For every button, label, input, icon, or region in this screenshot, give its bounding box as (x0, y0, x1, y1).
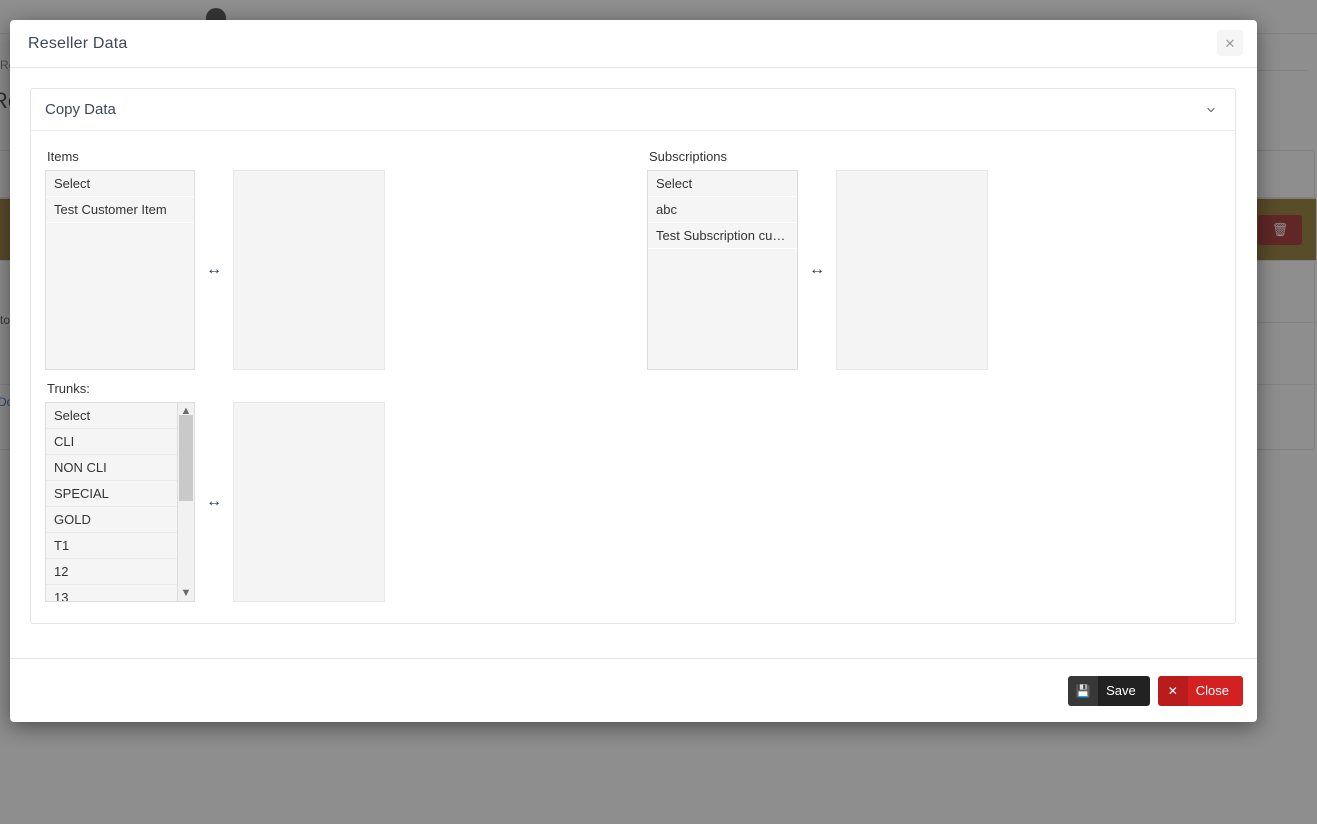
list-item[interactable]: Select (648, 171, 797, 197)
trunks-available-list[interactable]: Select CLI NON CLI SPECIAL GOLD T1 12 13… (45, 402, 195, 602)
items-available-list[interactable]: Select Test Customer Item (45, 170, 195, 370)
list-item[interactable]: 12 (46, 559, 177, 585)
modal-footer: 💾 Save ✕ Close (10, 658, 1257, 722)
list-item[interactable]: CLI (46, 429, 177, 455)
close-button[interactable]: ✕ Close (1157, 675, 1243, 706)
group-trunks-label: Trunks: (47, 381, 90, 396)
list-item[interactable]: GOLD (46, 507, 177, 533)
list-item[interactable]: 13 (46, 585, 177, 601)
subscriptions-selected-list[interactable] (836, 170, 988, 370)
list-item[interactable]: Test Subscription cus... (648, 223, 797, 249)
list-item[interactable]: abc (648, 197, 797, 223)
chevron-down-icon[interactable]: ▼ (181, 585, 192, 601)
group-subscriptions: Subscriptions Select abc Test Subscripti… (647, 149, 988, 370)
group-items: Items Select Test Customer Item ↔ (45, 149, 385, 370)
dual-list-subscriptions: Select abc Test Subscription cus... ↔ (647, 170, 988, 370)
floppy-disk-icon: 💾 (1068, 675, 1099, 706)
copy-data-panel: Copy Data Items Select Test Customer Ite… (30, 88, 1236, 624)
copy-data-panel-header[interactable]: Copy Data (31, 89, 1235, 131)
trunks-list-scrollbar[interactable]: ▲ ▼ (177, 403, 194, 601)
save-button-label: Save (1106, 683, 1136, 698)
subscriptions-available-list[interactable]: Select abc Test Subscription cus... (647, 170, 798, 370)
list-item[interactable]: Select (46, 171, 194, 197)
trunks-selected-list[interactable] (233, 402, 385, 602)
group-subscriptions-label: Subscriptions (649, 149, 728, 164)
group-items-label: Items (47, 149, 79, 164)
list-item[interactable]: T1 (46, 533, 177, 559)
list-item[interactable]: NON CLI (46, 455, 177, 481)
copy-data-title: Copy Data (45, 101, 116, 118)
times-icon: ✕ (1157, 675, 1188, 706)
reseller-data-modal: Reseller Data ✕ Copy Data Items Select T… (10, 20, 1257, 722)
dual-list-trunks: Select CLI NON CLI SPECIAL GOLD T1 12 13… (45, 402, 385, 602)
modal-body: Copy Data Items Select Test Customer Ite… (10, 68, 1257, 658)
list-item[interactable]: Select (46, 403, 177, 429)
items-selected-list[interactable] (233, 170, 385, 370)
close-icon[interactable]: ✕ (1217, 30, 1243, 56)
items-transfer-arrows-icon[interactable]: ↔ (195, 261, 233, 279)
list-item[interactable]: Test Customer Item (46, 197, 194, 223)
save-button[interactable]: 💾 Save (1068, 675, 1150, 706)
dual-list-items: Select Test Customer Item ↔ (45, 170, 385, 370)
close-button-label: Close (1195, 683, 1229, 698)
scrollbar-thumb[interactable] (179, 415, 193, 501)
group-trunks: Trunks: Select CLI NON CLI SPECIAL GOLD … (45, 381, 385, 602)
subscriptions-transfer-arrows-icon[interactable]: ↔ (798, 261, 836, 279)
chevron-down-icon[interactable] (1201, 100, 1221, 120)
copy-data-panel-body: Items Select Test Customer Item ↔ Subscr… (31, 131, 1235, 623)
trunks-transfer-arrows-icon[interactable]: ↔ (195, 493, 233, 511)
list-item[interactable]: SPECIAL (46, 481, 177, 507)
modal-title: Reseller Data (28, 34, 128, 52)
modal-header: Reseller Data ✕ (10, 20, 1257, 68)
